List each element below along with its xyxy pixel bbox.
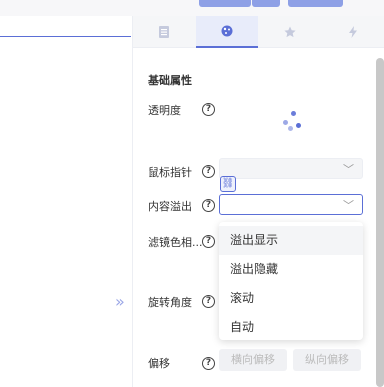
section-title: 基础属性 (148, 74, 192, 87)
cursor-help-icon[interactable]: ? (202, 165, 215, 178)
dropdown-option[interactable]: 滚动 (219, 284, 363, 313)
toolbar-button[interactable] (199, 0, 251, 7)
palette-icon (221, 25, 233, 37)
dropdown-option[interactable]: 自动 (219, 313, 363, 342)
canvas-selection-line (0, 36, 131, 37)
dropdown-option[interactable]: 溢出隐藏 (219, 255, 363, 284)
properties-panel: 基础属性 透明度 ? 鼠标指针 ? ﹀ ⛓ 内容溢出 ? ﹀ 滤镜色相... ?… (132, 16, 384, 387)
chevron-down-icon: ﹀ (343, 199, 354, 212)
tab-list[interactable] (133, 16, 195, 48)
rotate-help-icon[interactable]: ? (202, 295, 215, 308)
filter-help-icon[interactable]: ? (202, 235, 215, 248)
overflow-select[interactable]: ﹀ (219, 194, 363, 215)
opacity-label: 透明度 (148, 104, 181, 117)
loading-spinner-icon (281, 111, 305, 135)
offset-x-input[interactable]: 横向偏移 (219, 349, 287, 371)
rotate-label: 旋转角度 (148, 296, 192, 309)
toolbar-button[interactable] (252, 0, 280, 7)
panel-tabs (133, 16, 384, 48)
list-icon (159, 26, 169, 38)
star-icon (284, 26, 296, 38)
offset-help-icon[interactable]: ? (202, 357, 215, 370)
cursor-label: 鼠标指针 (148, 166, 192, 179)
toolbar-button[interactable] (288, 0, 343, 7)
filter-hue-label: 滤镜色相... (148, 236, 203, 249)
overflow-dropdown: 溢出显示 溢出隐藏 滚动 自动 (219, 222, 363, 340)
lightning-icon (349, 26, 357, 38)
canvas-topbar (0, 0, 384, 16)
panel-scrollbar[interactable] (376, 58, 384, 387)
link-icon[interactable]: ⛓ (220, 176, 236, 192)
offset-label: 偏移 (148, 357, 170, 370)
editor-root: » 基础属性 透明度 ? 鼠标指针 ? ﹀ ⛓ 内容溢出 ? ﹀ 滤镜色相...… (0, 0, 384, 387)
overflow-help-icon[interactable]: ? (202, 199, 215, 212)
overflow-label: 内容溢出 (148, 200, 192, 213)
tab-style[interactable] (196, 16, 258, 48)
dropdown-option[interactable]: 溢出显示 (219, 226, 363, 255)
offset-y-input[interactable]: 纵向偏移 (293, 349, 361, 371)
tab-favorites[interactable] (259, 16, 321, 48)
opacity-help-icon[interactable]: ? (202, 103, 215, 116)
cursor-select[interactable]: ﹀ (219, 158, 363, 179)
chevron-down-icon: ﹀ (343, 163, 354, 176)
collapse-panel-icon[interactable]: » (115, 292, 125, 312)
tab-events[interactable] (322, 16, 384, 48)
